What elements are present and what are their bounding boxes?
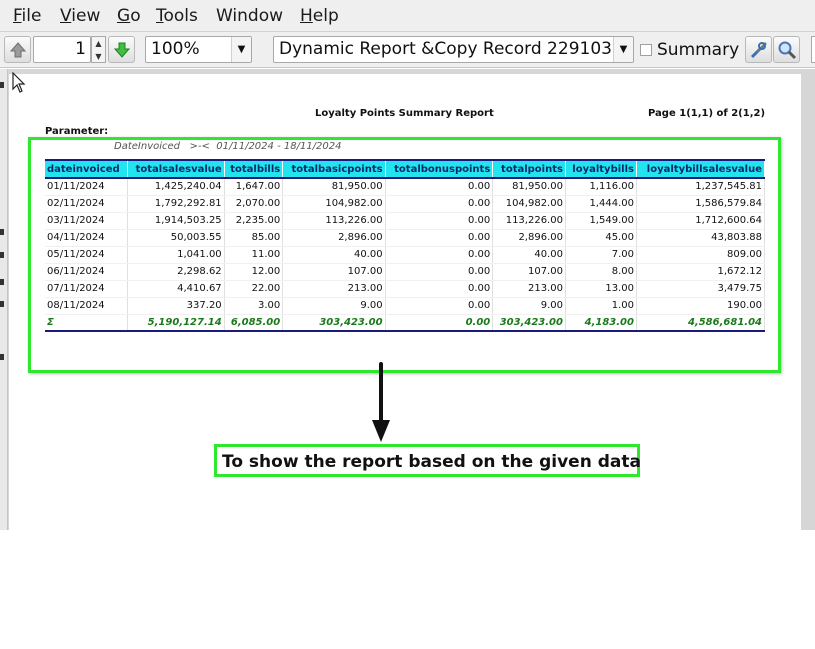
arrow-down-annotation-icon xyxy=(372,362,390,442)
pointer-cursor-icon xyxy=(12,72,26,93)
report-viewer-window: File View Go Tools Window Help 1 ▲ ▼ 100… xyxy=(0,0,815,649)
report-title: Loyalty Points Summary Report xyxy=(315,108,494,119)
menu-file[interactable]: File xyxy=(13,6,41,26)
menu-bar: File View Go Tools Window Help xyxy=(0,0,815,32)
menu-go[interactable]: Go xyxy=(117,6,141,26)
menu-help[interactable]: Help xyxy=(300,6,339,26)
annotation-caption: To show the report based on the given da… xyxy=(222,452,641,472)
summary-label: Summary xyxy=(657,40,740,60)
menu-tools[interactable]: Tools xyxy=(156,6,198,26)
page-number-input[interactable]: 1 xyxy=(33,36,91,63)
page-spinner[interactable]: ▲ ▼ xyxy=(91,36,106,63)
chevron-down-icon[interactable]: ▼ xyxy=(613,37,633,62)
menu-window[interactable]: Window xyxy=(216,6,283,26)
parameter-label: Parameter: xyxy=(45,126,109,137)
next-page-button[interactable] xyxy=(108,36,135,63)
table-highlight-box xyxy=(28,137,781,373)
page-info: Page 1(1,1) of 2(1,2) xyxy=(648,108,766,119)
magnifier-icon xyxy=(778,41,796,59)
zoom-value: 100% xyxy=(151,39,200,59)
toolbar-overflow-field[interactable] xyxy=(811,36,815,63)
side-panel-edge xyxy=(0,69,8,530)
tools-button[interactable] xyxy=(745,36,772,63)
menu-view[interactable]: View xyxy=(60,6,100,26)
chevron-down-icon[interactable]: ▼ xyxy=(231,37,251,62)
arrow-up-icon xyxy=(9,41,26,57)
summary-checkbox[interactable] xyxy=(640,44,652,56)
find-button[interactable] xyxy=(773,36,800,63)
spin-up-icon[interactable]: ▲ xyxy=(92,37,105,50)
previous-page-button[interactable] xyxy=(4,36,31,63)
record-select[interactable]: Dynamic Report &Copy Record 2291032 ▼ xyxy=(273,36,634,63)
toolbar: 1 ▲ ▼ 100% ▼ Dynamic Report &Copy Record… xyxy=(0,32,815,68)
zoom-select[interactable]: 100% ▼ xyxy=(145,36,252,63)
tools-icon xyxy=(750,41,767,58)
arrow-down-icon xyxy=(113,42,130,58)
record-value: Dynamic Report &Copy Record 2291032 xyxy=(279,39,623,59)
spin-down-icon[interactable]: ▼ xyxy=(92,50,105,63)
